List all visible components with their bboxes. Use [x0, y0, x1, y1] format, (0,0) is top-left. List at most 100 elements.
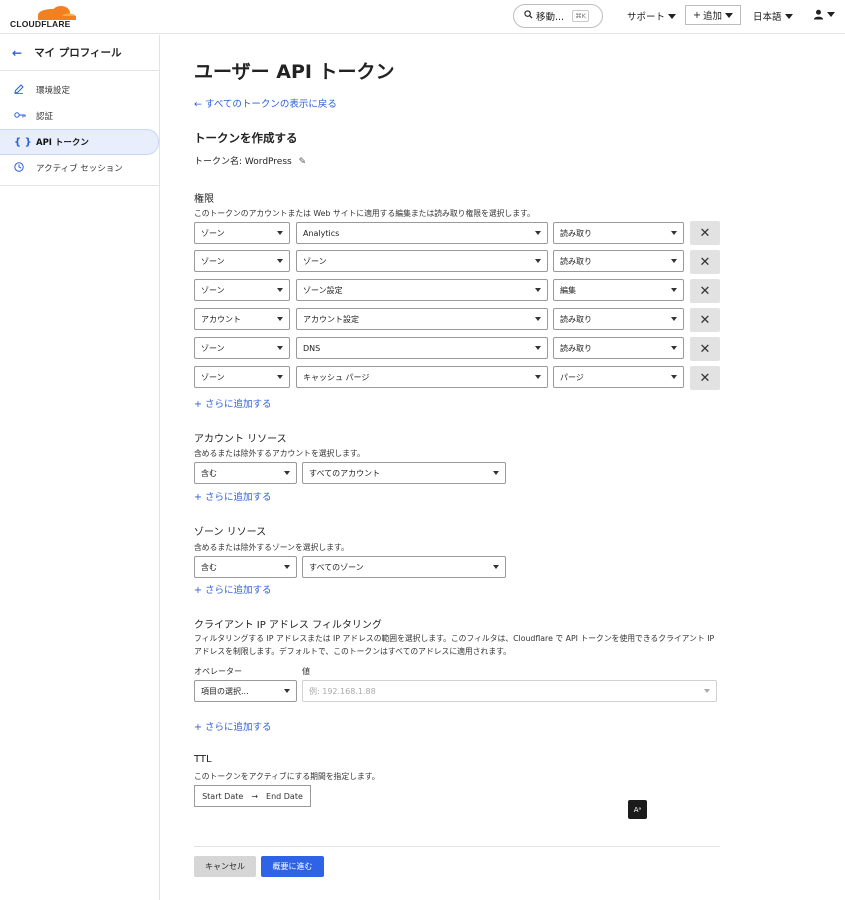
- sidebar-item-label: API トークン: [36, 138, 89, 148]
- remove-permission-button[interactable]: ✕: [690, 250, 720, 274]
- remove-permission-button[interactable]: ✕: [690, 337, 720, 361]
- chevron-down-icon: [668, 13, 677, 19]
- add-permission-link[interactable]: + さらに追加する: [194, 396, 271, 410]
- continue-to-summary-button[interactable]: 概要に進む: [261, 856, 324, 877]
- language-label: 日本語: [753, 12, 782, 23]
- chevron-down-icon: [284, 689, 290, 693]
- pencil-icon: [14, 83, 36, 97]
- input-placeholder: 例: 192.168.1.88: [309, 686, 376, 696]
- permission-access-select[interactable]: 読み取り: [553, 308, 684, 330]
- chevron-down-icon: [671, 288, 677, 292]
- select-value: 含む: [201, 562, 217, 572]
- cloud-logo-icon: [38, 6, 76, 21]
- start-date: Start Date: [202, 791, 244, 801]
- chevron-down-icon: [277, 231, 283, 235]
- zone-resources-description: 含めるまたは除外するゾーンを選択します。: [194, 543, 349, 552]
- ip-filter-heading: クライアント IP アドレス フィルタリング: [194, 620, 382, 631]
- edit-name-icon[interactable]: ✎: [299, 157, 307, 167]
- top-bar: CLOUDFLARE 移動... ⌘K サポート + 追加 日本語: [0, 0, 845, 34]
- select-value: 項目の選択...: [201, 686, 249, 696]
- zone-include-select[interactable]: 含む: [194, 556, 297, 578]
- chevron-down-icon: [671, 346, 677, 350]
- select-value: 編集: [560, 285, 576, 295]
- sidebar-item-authentication[interactable]: 認証: [0, 103, 159, 129]
- support-menu[interactable]: サポート: [627, 9, 677, 23]
- permission-access-select[interactable]: パージ: [553, 366, 684, 388]
- translate-icon[interactable]: Aᵃ: [628, 800, 647, 819]
- remove-permission-button[interactable]: ✕: [690, 308, 720, 332]
- permission-resource-select[interactable]: DNS: [296, 337, 548, 359]
- chevron-down-icon: [277, 317, 283, 321]
- permission-scope-select[interactable]: ゾーン: [194, 366, 290, 388]
- add-label: 追加: [702, 11, 722, 22]
- add-ip-filter-link[interactable]: + さらに追加する: [194, 719, 271, 733]
- remove-permission-button[interactable]: ✕: [690, 366, 720, 390]
- permission-scope-select[interactable]: ゾーン: [194, 279, 290, 301]
- sidebar-item-active-sessions[interactable]: アクティブ セッション: [0, 155, 159, 181]
- select-value: 読み取り: [560, 256, 592, 266]
- operator-label: オペレーター: [194, 667, 242, 676]
- account-resources-description: 含めるまたは除外するアカウントを選択します。: [194, 449, 365, 458]
- chevron-down-icon: [535, 317, 541, 321]
- remove-permission-button[interactable]: ✕: [690, 279, 720, 303]
- remove-permission-button[interactable]: ✕: [690, 221, 720, 245]
- ip-value-input[interactable]: 例: 192.168.1.88: [302, 680, 717, 702]
- permission-access-select[interactable]: 読み取り: [553, 250, 684, 272]
- sidebar-item-label: 環境設定: [36, 86, 71, 96]
- operator-select[interactable]: 項目の選択...: [194, 680, 297, 702]
- chevron-down-icon: [671, 231, 677, 235]
- permissions-description: このトークンのアカウントまたは Web サイトに適用する編集または読み取り権限を…: [194, 209, 535, 218]
- select-value: すべてのゾーン: [309, 562, 364, 572]
- select-value: ゾーン: [201, 285, 225, 295]
- cloudflare-logo[interactable]: CLOUDFLARE: [10, 4, 80, 30]
- back-arrow-icon[interactable]: ←: [12, 46, 22, 60]
- permission-scope-select[interactable]: ゾーン: [194, 222, 290, 244]
- sidebar-title: マイ プロフィール: [34, 47, 122, 59]
- add-account-resource-link[interactable]: + さらに追加する: [194, 489, 271, 503]
- chevron-down-icon: [493, 471, 499, 475]
- close-icon: ✕: [699, 341, 711, 357]
- chevron-down-icon: [535, 288, 541, 292]
- permission-resource-select[interactable]: アカウント設定: [296, 308, 548, 330]
- user-menu[interactable]: [813, 9, 835, 20]
- search-button[interactable]: 移動... ⌘K: [513, 4, 603, 28]
- sidebar-item-api-tokens[interactable]: { } API トークン: [0, 129, 159, 155]
- date-range-picker[interactable]: Start Date → End Date: [194, 785, 311, 807]
- permission-resource-select[interactable]: ゾーン: [296, 250, 548, 272]
- close-icon: ✕: [699, 225, 711, 241]
- permission-access-select[interactable]: 編集: [553, 279, 684, 301]
- chevron-down-icon: [535, 375, 541, 379]
- chevron-down-icon: [277, 346, 283, 350]
- sidebar-item-label: 認証: [36, 112, 54, 122]
- search-shortcut: ⌘K: [572, 10, 589, 22]
- back-to-tokens-link[interactable]: ← すべてのトークンの表示に戻る: [194, 96, 337, 110]
- zone-target-select[interactable]: すべてのゾーン: [302, 556, 506, 578]
- permission-scope-select[interactable]: アカウント: [194, 308, 290, 330]
- permission-access-select[interactable]: 読み取り: [553, 222, 684, 244]
- permission-resource-select[interactable]: キャッシュ パージ: [296, 366, 548, 388]
- language-menu[interactable]: 日本語: [753, 9, 793, 23]
- permission-access-select[interactable]: 読み取り: [553, 337, 684, 359]
- chevron-down-icon: [535, 259, 541, 263]
- sidebar-divider: [0, 185, 159, 186]
- chevron-down-icon: [704, 689, 710, 693]
- permission-resource-select[interactable]: ゾーン設定: [296, 279, 548, 301]
- chevron-down-icon: [827, 12, 835, 17]
- select-value: ゾーン: [201, 343, 225, 353]
- permission-resource-select[interactable]: Analytics: [296, 222, 548, 244]
- select-value: Analytics: [303, 228, 340, 238]
- permission-scope-select[interactable]: ゾーン: [194, 337, 290, 359]
- add-zone-resource-link[interactable]: + さらに追加する: [194, 582, 271, 596]
- sidebar-item-preferences[interactable]: 環境設定: [0, 77, 159, 103]
- sidebar-item-label: アクティブ セッション: [36, 164, 123, 174]
- cancel-button[interactable]: キャンセル: [194, 856, 256, 877]
- add-button[interactable]: + 追加: [685, 5, 741, 25]
- chevron-down-icon: [284, 565, 290, 569]
- permissions-heading: 権限: [194, 194, 214, 205]
- permission-scope-select[interactable]: ゾーン: [194, 250, 290, 272]
- select-value: パージ: [560, 372, 584, 382]
- clock-icon: [14, 161, 36, 175]
- select-value: 含む: [201, 468, 217, 478]
- account-include-select[interactable]: 含む: [194, 462, 297, 484]
- account-target-select[interactable]: すべてのアカウント: [302, 462, 506, 484]
